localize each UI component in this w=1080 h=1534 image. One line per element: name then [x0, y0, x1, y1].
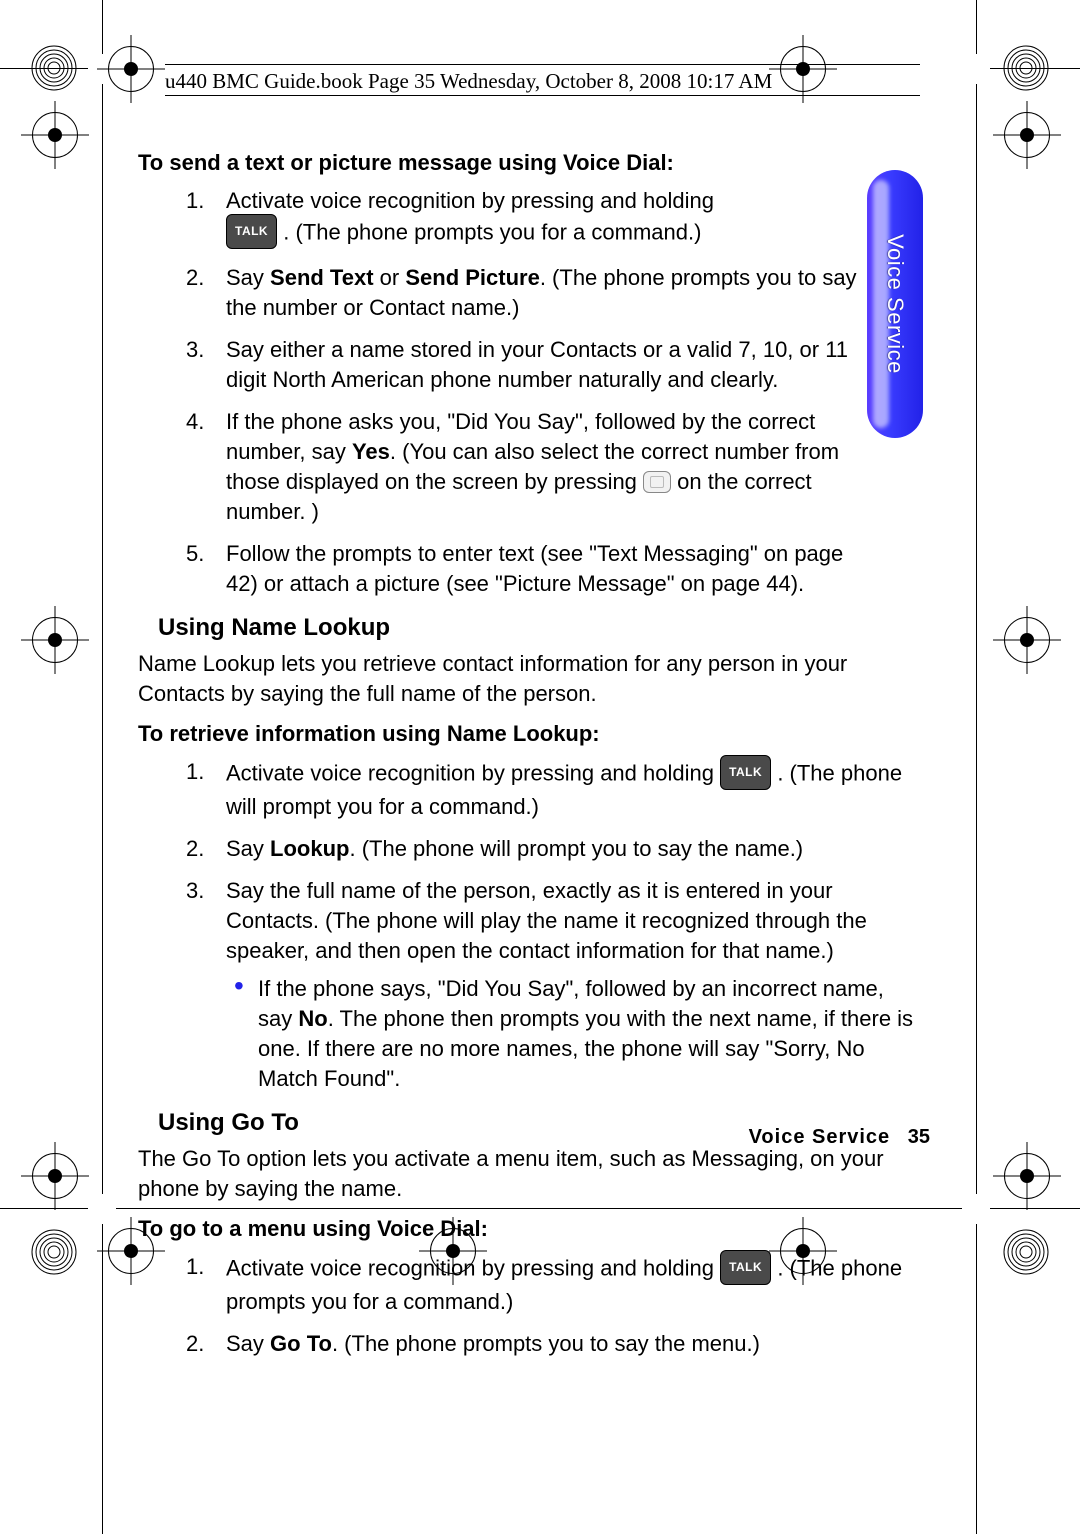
registration-mark-icon — [1004, 617, 1050, 663]
para-go-to: The Go To option lets you activate a men… — [138, 1144, 930, 1204]
bullet-text: . The phone then prompts you with the ne… — [258, 1006, 913, 1091]
crop-line — [102, 0, 103, 54]
heading-send-text-picture: To send a text or picture message using … — [138, 148, 930, 178]
talk-key-icon: TALK — [720, 1250, 771, 1285]
registration-mark-icon — [32, 112, 78, 158]
step-text: Activate voice recognition by pressing a… — [226, 760, 720, 785]
corner-spiral-icon — [30, 1228, 78, 1276]
registration-mark-icon — [32, 617, 78, 663]
step-text: . (The phone prompts you for a command.) — [283, 219, 701, 244]
footer-page-number: 35 — [908, 1126, 930, 1148]
steps-go-to: Activate voice recognition by pressing a… — [138, 1252, 930, 1359]
para-name-lookup: Name Lookup lets you retrieve contact in… — [138, 649, 930, 709]
step-text: Activate voice recognition by pressing a… — [226, 188, 714, 213]
page-footer: Voice Service 35 — [138, 1126, 930, 1149]
registration-mark-icon — [32, 1153, 78, 1199]
step-text: Say — [226, 1331, 270, 1356]
bold-cmd: Send Text — [270, 265, 374, 290]
crop-line — [976, 1224, 977, 1534]
footer-section: Voice Service — [749, 1126, 891, 1148]
step-item: Say Lookup. (The phone will prompt you t… — [226, 834, 930, 864]
crop-line — [976, 84, 977, 1194]
step-item: Say Send Text or Send Picture. (The phon… — [226, 263, 876, 323]
registration-mark-icon — [1004, 1153, 1050, 1199]
step-text: . (The phone will prompt you to say the … — [349, 836, 803, 861]
corner-spiral-icon — [30, 44, 78, 92]
step-text: Say the full name of the person, exactly… — [226, 878, 867, 963]
sub-bullets: If the phone says, "Did You Say", follow… — [226, 974, 920, 1094]
page-content: To send a text or picture message using … — [138, 148, 930, 1371]
step-item: Activate voice recognition by pressing a… — [226, 757, 930, 822]
ok-key-icon — [643, 471, 671, 493]
step-text: Activate voice recognition by pressing a… — [226, 1255, 720, 1280]
subheading-name-lookup: To retrieve information using Name Looku… — [138, 719, 930, 749]
steps-send-text-picture: Activate voice recognition by pressing a… — [138, 186, 876, 599]
step-item: Say the full name of the person, exactly… — [226, 876, 930, 1094]
subheading-go-to: To go to a menu using Voice Dial: — [138, 1214, 930, 1244]
bold-cmd: Go To — [270, 1331, 332, 1356]
bold-cmd: Lookup — [270, 836, 349, 861]
bold-cmd: No — [298, 1006, 327, 1031]
corner-spiral-icon — [1002, 44, 1050, 92]
crop-line — [102, 1224, 103, 1534]
registration-mark-icon — [1004, 112, 1050, 158]
step-item: Follow the prompts to enter text (see "T… — [226, 539, 876, 599]
bullet-item: If the phone says, "Did You Say", follow… — [258, 974, 920, 1094]
step-text: Say — [226, 836, 270, 861]
step-item: Activate voice recognition by pressing a… — [226, 1252, 930, 1317]
talk-key-icon: TALK — [226, 214, 277, 249]
crop-line — [976, 0, 977, 54]
crop-line — [102, 84, 103, 1194]
heading-name-lookup: Using Name Lookup — [158, 613, 930, 643]
registration-mark-icon — [108, 46, 154, 92]
step-item: If the phone asks you, "Did You Say", fo… — [226, 407, 876, 527]
step-text: . (The phone prompts you to say the menu… — [332, 1331, 760, 1356]
step-item: Say either a name stored in your Contact… — [226, 335, 876, 395]
crop-line — [990, 1208, 1080, 1209]
running-head-text: u440 BMC Guide.book Page 35 Wednesday, O… — [165, 69, 772, 94]
crop-line — [0, 1208, 88, 1209]
step-item: Activate voice recognition by pressing a… — [226, 186, 876, 251]
corner-spiral-icon — [1002, 1228, 1050, 1276]
talk-key-icon: TALK — [720, 755, 771, 790]
steps-name-lookup: Activate voice recognition by pressing a… — [138, 757, 930, 1094]
step-text: Say either a name stored in your Contact… — [226, 337, 848, 392]
step-text: or — [374, 265, 406, 290]
running-head: u440 BMC Guide.book Page 35 Wednesday, O… — [165, 64, 920, 96]
bold-cmd: Yes — [352, 439, 390, 464]
step-item: Say Go To. (The phone prompts you to say… — [226, 1329, 930, 1359]
bold-cmd: Send Picture — [405, 265, 539, 290]
step-text: Follow the prompts to enter text (see "T… — [226, 541, 843, 596]
step-text: Say — [226, 265, 270, 290]
